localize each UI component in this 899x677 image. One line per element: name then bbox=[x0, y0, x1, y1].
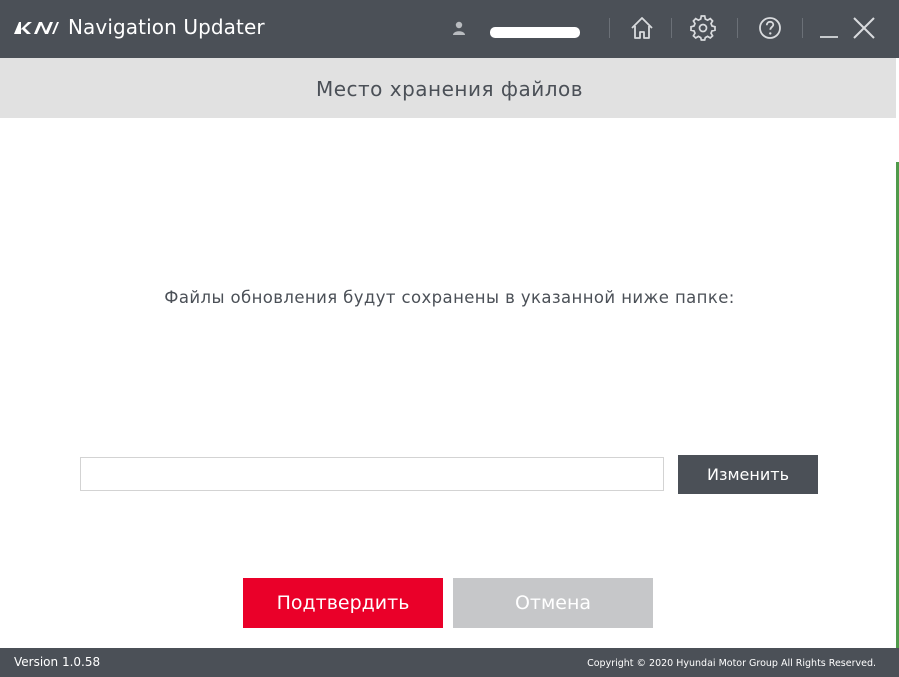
title-bar: Navigation Updater bbox=[0, 0, 899, 58]
user-icon bbox=[453, 21, 465, 35]
titlebar-divider bbox=[671, 18, 672, 38]
home-icon bbox=[631, 17, 653, 39]
minimize-icon bbox=[820, 36, 838, 38]
kia-logo bbox=[14, 22, 59, 34]
confirm-button[interactable]: Подтвердить bbox=[243, 578, 443, 628]
gear-icon bbox=[690, 15, 716, 41]
home-button[interactable] bbox=[627, 13, 657, 43]
help-button[interactable] bbox=[755, 13, 785, 43]
titlebar-divider bbox=[737, 18, 738, 38]
copyright-label: Copyright © 2020 Hyundai Motor Group All… bbox=[587, 658, 876, 669]
app-title: Navigation Updater bbox=[68, 15, 265, 39]
change-folder-button[interactable]: Изменить bbox=[678, 455, 818, 494]
titlebar-divider bbox=[802, 18, 803, 38]
version-label: Version 1.0.58 bbox=[14, 655, 101, 669]
footer: Version 1.0.58 Copyright © 2020 Hyundai … bbox=[0, 648, 899, 677]
close-icon bbox=[853, 17, 875, 39]
page-header: Место хранения файлов bbox=[0, 58, 899, 118]
user-name-redacted bbox=[490, 27, 580, 38]
titlebar-divider bbox=[609, 18, 610, 38]
settings-button[interactable] bbox=[688, 13, 718, 43]
storage-location-message: Файлы обновления будут сохранены в указа… bbox=[164, 288, 735, 307]
folder-path-field[interactable] bbox=[80, 457, 664, 491]
page-title: Место хранения файлов bbox=[315, 77, 584, 101]
close-button[interactable] bbox=[849, 13, 879, 43]
app-window: Navigation Updater Место хранения файлов… bbox=[0, 0, 899, 677]
minimize-button[interactable] bbox=[814, 13, 844, 43]
help-icon bbox=[759, 17, 781, 39]
cancel-button[interactable]: Отмена bbox=[453, 578, 653, 628]
